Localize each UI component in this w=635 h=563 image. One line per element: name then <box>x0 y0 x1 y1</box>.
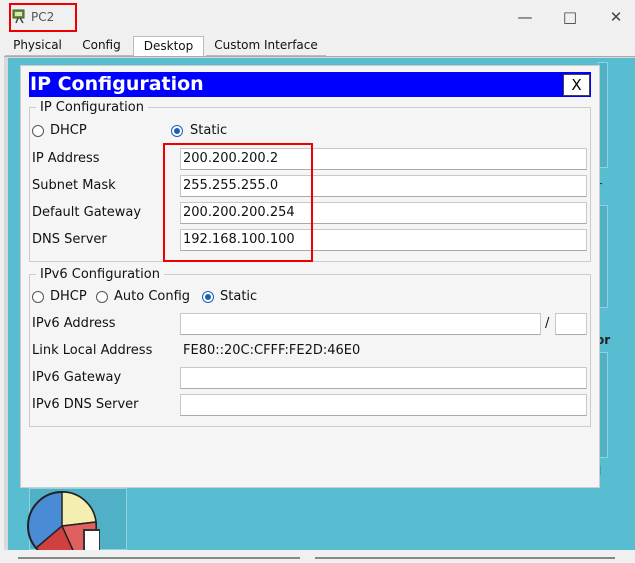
scrollbar-track[interactable] <box>315 557 615 559</box>
tab-custom-interface[interactable]: Custom Interface <box>206 36 326 56</box>
maximize-button[interactable]: □ <box>555 6 585 28</box>
title-highlight-box <box>9 3 77 32</box>
ipv4-static-label: Static <box>190 123 228 138</box>
tab-physical[interactable]: Physical <box>5 36 70 56</box>
scrollbar-track[interactable] <box>18 557 300 559</box>
ipv4-static-radio[interactable] <box>171 125 183 137</box>
dialog-close-button[interactable]: X <box>563 74 590 96</box>
subnet-mask-label: Subnet Mask <box>32 178 116 193</box>
ipv6-prefix-field[interactable] <box>555 313 587 335</box>
ip-address-label: IP Address <box>32 151 100 166</box>
ipv6-dhcp-radio[interactable] <box>32 291 44 303</box>
ipv6-static-label: Static <box>220 289 258 304</box>
pie-chart-app-icon[interactable] <box>26 486 100 560</box>
dns-server-label: DNS Server <box>32 232 107 247</box>
close-window-button[interactable]: ✕ <box>601 6 631 28</box>
ip-fields-highlight-box <box>163 143 313 262</box>
ipv6-auto-config-radio[interactable] <box>96 291 108 303</box>
ipv4-dhcp-label: DHCP <box>50 123 87 138</box>
dialog-title: IP Configuration <box>30 73 204 95</box>
tab-config[interactable]: Config <box>70 36 133 56</box>
ipv6-static-radio[interactable] <box>202 291 214 303</box>
tab-desktop[interactable]: Desktop <box>133 36 204 57</box>
minimize-button[interactable]: — <box>510 6 540 28</box>
ipv6-dns-server-label: IPv6 DNS Server <box>32 397 139 412</box>
ipv6-gateway-label: IPv6 Gateway <box>32 370 122 385</box>
ipv4-dhcp-radio[interactable] <box>32 125 44 137</box>
ipv6-gateway-field[interactable] <box>180 367 587 389</box>
ipv6-auto-config-label: Auto Config <box>114 289 191 304</box>
ipv6-dns-server-field[interactable] <box>180 394 587 416</box>
default-gateway-label: Default Gateway <box>32 205 142 220</box>
ipv6-dhcp-label: DHCP <box>50 289 87 304</box>
ipv6-address-label: IPv6 Address <box>32 316 116 331</box>
link-local-address-label: Link Local Address <box>32 343 153 358</box>
ipv6-address-field[interactable] <box>180 313 541 335</box>
link-local-address-field: FE80::20C:CFFF:FE2D:46E0 <box>180 340 587 362</box>
ipv6-group-title: IPv6 Configuration <box>36 267 164 282</box>
prefix-separator: / <box>545 316 550 331</box>
ipv4-group-title: IP Configuration <box>36 100 148 115</box>
